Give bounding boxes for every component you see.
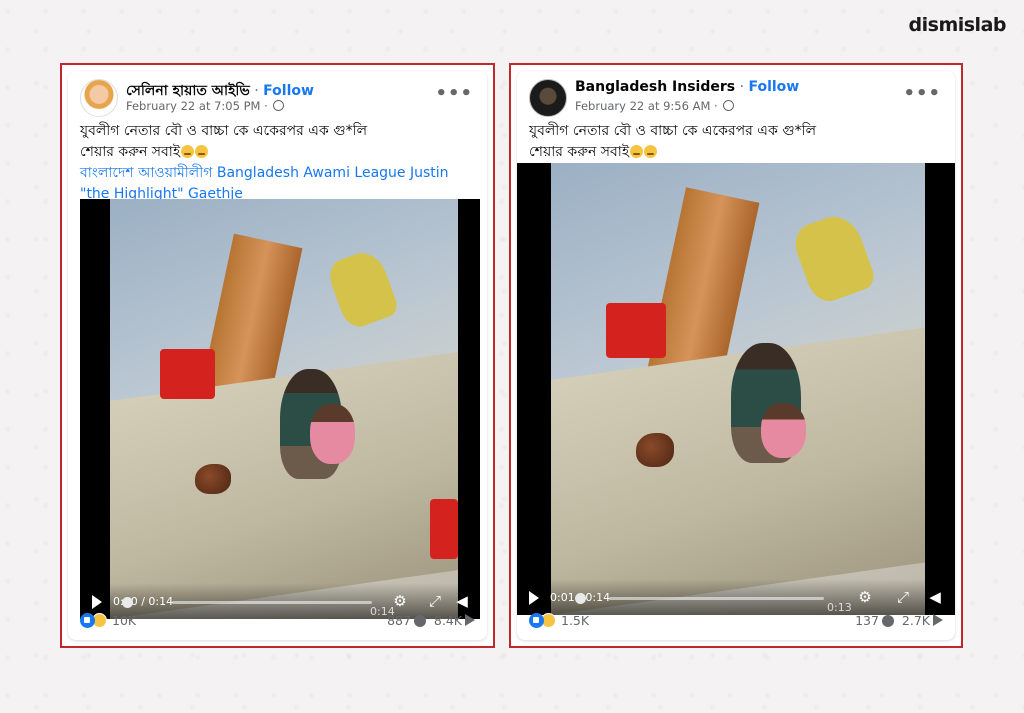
sad-emoji-icon	[644, 145, 658, 158]
settings-icon[interactable]: ⚙	[857, 589, 873, 605]
video-player[interactable]: 0:01 / 0:14 0:13 ⚙ ⤢ ◀	[517, 163, 955, 615]
mute-icon[interactable]: ◀	[927, 589, 943, 605]
post-text-line1: যুবলীগ নেতার বৌ ও বাচ্চা কে একেরপর এক গু…	[529, 123, 817, 139]
red-bucket	[606, 303, 666, 358]
share-count[interactable]: 8.4K	[434, 613, 462, 628]
hen-figure	[195, 464, 231, 494]
post-date[interactable]: February 22 at 9:56 AM ·	[575, 99, 718, 113]
separator: ·	[254, 83, 259, 99]
facebook-post-card: Bangladesh Insiders · Follow February 22…	[517, 71, 955, 640]
child-figure	[761, 403, 806, 458]
follow-button[interactable]: Follow	[263, 83, 314, 99]
like-reaction-icon	[529, 613, 544, 628]
child-figure	[310, 404, 355, 464]
follow-button[interactable]: Follow	[748, 79, 799, 95]
post-text: যুবলীগ নেতার বৌ ও বাচ্চা কে একেরপর এক গু…	[529, 121, 943, 163]
hen-figure	[636, 433, 674, 467]
more-icon[interactable]: •••	[903, 83, 941, 104]
sad-emoji-icon	[195, 145, 209, 158]
progress-knob[interactable]	[122, 597, 133, 608]
play-icon[interactable]	[92, 595, 102, 609]
reaction-count: 10K	[112, 613, 137, 628]
highlight-frame-left: সেলিনা হায়াত আইভি · Follow February 22 …	[60, 63, 495, 648]
sad-emoji-icon	[181, 145, 195, 158]
comment-count[interactable]: 887	[387, 613, 411, 628]
highlight-frame-right: Bangladesh Insiders · Follow February 22…	[509, 63, 963, 648]
post-text-line2: শেয়ার করুন সবাই	[529, 142, 943, 163]
reactions[interactable]: 1.5K	[529, 613, 589, 628]
share-icon	[933, 614, 943, 626]
post-text-line2-text: শেয়ার করুন সবাই	[529, 144, 630, 160]
red-bucket	[160, 349, 215, 399]
post-text: যুবলীগ নেতার বৌ ও বাচ্চা কে একেরপর এক গু…	[80, 121, 475, 205]
author-name[interactable]: সেলিনা হায়াত আইভি	[126, 83, 250, 99]
brand-logo: dismislab	[908, 14, 1007, 36]
separator: ·	[739, 79, 745, 95]
post-text-line1: যুবলীগ নেতার বৌ ও বাচ্চা কে একেরপর এক গু…	[80, 123, 368, 139]
author-line: Bangladesh Insiders · Follow	[575, 79, 799, 95]
red-object	[430, 499, 458, 559]
post-timestamp: February 22 at 9:56 AM ·	[575, 99, 735, 113]
fullscreen-icon[interactable]: ⤢	[427, 593, 443, 609]
progress-track[interactable]	[172, 601, 372, 604]
post-footer: 1.5K 137 2.7K	[529, 610, 943, 634]
video-player[interactable]: 0:00 / 0:14 0:14 ⚙ ⤢ ◀	[80, 199, 480, 619]
reaction-count: 1.5K	[561, 613, 590, 628]
post-footer: 10K 887 8.4K	[80, 610, 475, 634]
facebook-post-card: সেলিনা হায়াত আইভি · Follow February 22 …	[68, 71, 487, 640]
engagement-stats: 887 8.4K	[387, 613, 475, 628]
comment-icon	[413, 615, 426, 627]
post-timestamp: February 22 at 7:05 PM ·	[126, 99, 285, 113]
globe-icon	[723, 100, 735, 111]
engagement-stats: 137 2.7K	[855, 613, 943, 628]
author-name[interactable]: Bangladesh Insiders	[575, 79, 735, 95]
progress-track[interactable]	[609, 597, 824, 600]
comment-icon	[881, 615, 894, 627]
play-icon[interactable]	[529, 591, 539, 605]
more-icon[interactable]: •••	[435, 83, 473, 104]
globe-icon	[273, 100, 285, 111]
video-frame	[551, 163, 925, 615]
post-date[interactable]: February 22 at 7:05 PM ·	[126, 99, 268, 113]
fullscreen-icon[interactable]: ⤢	[895, 589, 911, 605]
post-text-line2: শেয়ার করুন সবাই	[80, 142, 475, 163]
share-icon	[465, 614, 475, 626]
mute-icon[interactable]: ◀	[454, 593, 470, 609]
sad-emoji-icon	[630, 145, 644, 158]
share-count[interactable]: 2.7K	[902, 613, 930, 628]
video-frame	[110, 199, 458, 619]
post-header: সেলিনা হায়াত আইভি · Follow February 22 …	[80, 77, 475, 117]
settings-icon[interactable]: ⚙	[392, 593, 408, 609]
post-text-line2-text: শেয়ার করুন সবাই	[80, 144, 181, 160]
like-reaction-icon	[80, 613, 95, 628]
progress-knob[interactable]	[575, 593, 586, 604]
avatar[interactable]	[529, 79, 567, 117]
comment-count[interactable]: 137	[855, 613, 879, 628]
post-header: Bangladesh Insiders · Follow February 22…	[529, 77, 943, 117]
reactions[interactable]: 10K	[80, 613, 136, 628]
avatar[interactable]	[80, 79, 118, 117]
